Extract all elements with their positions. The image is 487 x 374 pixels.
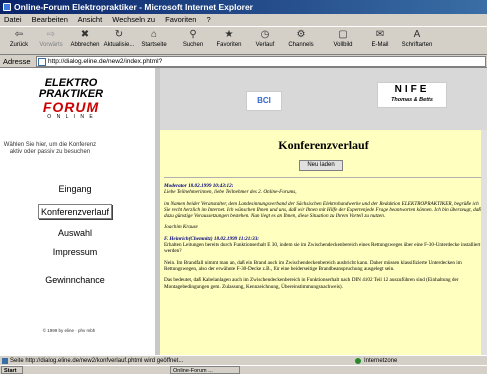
search-icon: ⚲ (189, 29, 197, 40)
window-title-bar[interactable]: Online-Forum Elektropraktiker - Microsof… (0, 0, 487, 14)
post-item: Das bedeutet, daß Kabelanlagen auch im Z… (164, 277, 484, 290)
nife-logo[interactable]: NIFE Thomas & Betts (377, 82, 447, 108)
search-button[interactable]: ⚲ Suchen (178, 29, 208, 54)
post-header: F. Heinrich(Chemnitz) 18.02.1999 11:21:3… (164, 235, 260, 242)
post-item: Nein. Im Brandfall nimmt man an, daß ein… (164, 260, 484, 273)
globe-icon (355, 358, 361, 364)
fullscreen-icon: ▢ (338, 29, 348, 40)
channels-icon: ⚙ (296, 29, 306, 40)
menu-bearbeiten[interactable]: Bearbeiten (32, 15, 68, 24)
vertical-scrollbar[interactable] (481, 130, 487, 355)
menu-favoriten[interactable]: Favoriten (165, 15, 196, 24)
favorites-icon: ★ (224, 29, 234, 40)
back-button[interactable]: ⇦ Zurück (4, 29, 34, 54)
page-title: Konferenzverlauf (278, 138, 369, 152)
nav-auswahl[interactable]: Auswahl (38, 226, 112, 241)
post-body: im Namen beider Veranstalter, dem Landes… (164, 200, 481, 220)
taskbar-item[interactable]: Online-Forum ... (170, 366, 240, 374)
nav-eingang[interactable]: Eingang (38, 182, 112, 197)
post-body: Das bedeutet, daß Kabelanlagen auch im Z… (164, 277, 459, 290)
divider-line (164, 177, 482, 178)
menu-wechseln[interactable]: Wechseln zu (112, 15, 155, 24)
back-arrow-icon: ⇦ (14, 29, 24, 40)
menu-bar: Datei Bearbeiten Ansicht Wechseln zu Fav… (0, 14, 487, 26)
home-button[interactable]: ⌂ Startseite (138, 29, 170, 54)
reload-button[interactable]: Neu laden (299, 160, 343, 171)
fullscreen-button[interactable]: ▢ Vollbild (328, 29, 358, 54)
forward-arrow-icon: ⇨ (46, 29, 56, 40)
menu-ansicht[interactable]: Ansicht (78, 15, 103, 24)
window-title: Online-Forum Elektropraktiker - Microsof… (14, 2, 253, 12)
forward-button[interactable]: ⇨ Vorwärts (36, 29, 66, 54)
page-content: ELEKTRO PRAKTIKER FORUM O N L I N E BCI … (0, 68, 487, 355)
address-input[interactable]: http://dialog.eline.de/new2/index.phtml? (36, 56, 486, 67)
post-body: Erhalten Leitungen bereits durch Funktio… (164, 242, 481, 255)
page-icon (38, 58, 46, 66)
post-item: im Namen beider Veranstalter, dem Landes… (164, 201, 484, 220)
stop-button[interactable]: ✖ Abbrechen (68, 29, 102, 54)
mail-button[interactable]: ✉ E-Mail (366, 29, 394, 54)
menu-datei[interactable]: Datei (4, 15, 22, 24)
history-icon: ◷ (260, 29, 270, 40)
history-button[interactable]: ◷ Verlauf (250, 29, 280, 54)
nav-gewinnchance[interactable]: Gewinnchance (38, 273, 112, 288)
menu-help[interactable]: ? (207, 15, 211, 24)
favorites-button[interactable]: ★ Favoriten (212, 29, 246, 54)
forum-logo[interactable]: ELEKTRO PRAKTIKER FORUM O N L I N E (26, 78, 116, 126)
main-frame: Konferenzverlauf Neu laden Moderator 18.… (160, 130, 487, 355)
post-item: Joachim Krause (164, 224, 484, 230)
start-button[interactable]: Start (1, 366, 23, 374)
sidebar-info: Wählen Sie hier, um die Konferenz aktiv … (3, 142, 97, 155)
toolbar: ⇦ Zurück ⇨ Vorwärts ✖ Abbrechen ↻ Aktual… (0, 26, 487, 55)
bci-logo[interactable]: BCI (246, 91, 282, 111)
post-list: Moderator 18.02.1999 10:43:12: Liebe Tei… (164, 183, 484, 295)
address-url: http://dialog.eline.de/new2/index.phtml? (48, 58, 163, 65)
fonts-button[interactable]: A Schriftarten (398, 29, 436, 54)
refresh-icon: ↻ (114, 29, 124, 40)
loading-page-icon (2, 358, 8, 364)
post-header: Moderator 18.02.1999 10:43:12: (164, 183, 234, 189)
refresh-button[interactable]: ↻ Aktualisie... (102, 29, 136, 54)
address-label: Adresse (3, 57, 31, 66)
fonts-icon: A (413, 29, 421, 40)
mail-icon: ✉ (375, 29, 385, 40)
status-text: Seite http://dialog.eline.de/new2/konfve… (10, 358, 184, 364)
logo-cell: ELEKTRO PRAKTIKER FORUM O N L I N E (0, 68, 155, 130)
sponsor-banner: BCI NIFE Thomas & Betts (160, 68, 487, 130)
ie-logo-icon (3, 3, 11, 11)
stop-icon: ✖ (80, 29, 90, 40)
post-signature: Joachim Krause (164, 224, 198, 231)
nav-impressum[interactable]: Impressum (38, 245, 112, 260)
sidebar: Wählen Sie hier, um die Konferenz aktiv … (0, 130, 155, 355)
post-item: F. Heinrich(Chemnitz) 18.02.1999 11:21:3… (164, 236, 484, 255)
security-zone: Internetzone (355, 357, 397, 365)
address-bar: Adresse http://dialog.eline.de/new2/inde… (0, 55, 487, 68)
sidebar-footer: © 1999 by eline · phv mbh (42, 328, 96, 333)
nav-konferenzverlauf[interactable]: Konferenzverlauf (38, 204, 112, 219)
post-body: Liebe Teilnehmerinnen, liebe Teilnehmer … (164, 189, 297, 196)
home-icon: ⌂ (150, 29, 158, 40)
status-bar: Seite http://dialog.eline.de/new2/konfve… (0, 355, 487, 365)
channels-button[interactable]: ⚙ Channels (284, 29, 318, 54)
taskbar: Start Online-Forum ... (0, 365, 487, 374)
post-body: Nein. Im Brandfall nimmt man an, daß ein… (164, 259, 462, 272)
post-item: Moderator 18.02.1999 10:43:12: Liebe Tei… (164, 183, 484, 196)
